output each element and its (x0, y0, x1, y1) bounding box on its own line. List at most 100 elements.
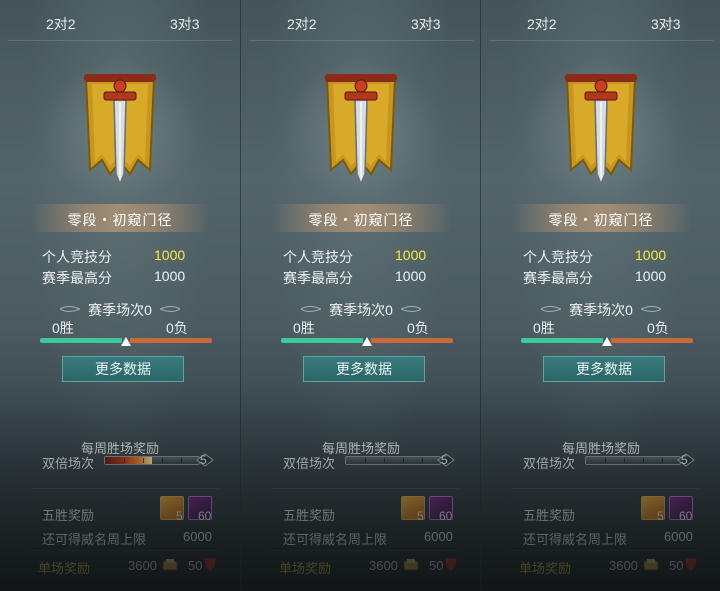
tab-2v2[interactable]: 2对2 (287, 14, 317, 34)
rank-title: 零段・初窥门径 (548, 212, 654, 228)
arena-panel-1: 2对2 3对3 零段・初窥门径 个人竞技分 1000 赛季最高分 1000 赛季… (0, 0, 240, 591)
arena-panel-3: 2对2 3对3 零段・初窥门径 个人竞技分 1000 赛季最高分 1000 赛季… (480, 0, 720, 591)
double-progress-fill (105, 457, 152, 464)
win-portion (521, 338, 603, 343)
double-progress-bar (345, 456, 441, 465)
losses-count: 0负 (407, 320, 429, 336)
season-high-value: 1000 (395, 268, 427, 284)
single-coin-value: 3600 (369, 558, 398, 573)
double-matches-label: 双倍场次 (283, 456, 336, 471)
coin-icon (403, 559, 419, 571)
single-match-reward-label: 单场奖励 (38, 561, 91, 576)
personal-score-value: 1000 (395, 247, 427, 263)
five-win-reward-label: 五胜奖励 (42, 508, 95, 523)
weekly-cap-label: 还可得威名周上限 (523, 532, 628, 547)
weekly-cap-value: 6000 (183, 529, 212, 544)
tab-divider (249, 40, 473, 41)
mode-tabs: 2对2 3对3 (241, 0, 480, 42)
weekly-cap-label: 还可得威名周上限 (42, 532, 147, 547)
five-win-reward-label: 五胜奖励 (523, 508, 576, 523)
progress-tick (605, 458, 606, 463)
progress-tick (643, 458, 644, 463)
double-count: 5 (681, 453, 688, 467)
season-matches: 赛季场次0 (569, 302, 633, 318)
red-shield-icon (203, 557, 217, 573)
ratio-marker-icon (362, 337, 372, 346)
ornament-right-icon (641, 306, 661, 312)
ratio-marker-icon (602, 337, 612, 346)
sword-banner-icon (325, 74, 397, 187)
season-high-label: 赛季最高分 (42, 270, 112, 286)
item-a-count: 5 (176, 509, 183, 523)
more-data-button[interactable]: 更多数据 (303, 356, 425, 382)
arena-panels: 2对2 3对3 零段・初窥门径 个人竞技分 1000 赛季最高分 1000 赛季… (0, 0, 720, 591)
single-shield-value: 50 (429, 558, 444, 573)
personal-score-label: 个人竞技分 (523, 249, 593, 265)
personal-score-label: 个人竞技分 (42, 249, 112, 265)
more-data-button[interactable]: 更多数据 (543, 356, 665, 382)
progress-tick (662, 458, 663, 463)
weekly-cap-value: 6000 (424, 529, 453, 544)
arena-panel-2: 2对2 3对3 零段・初窥门径 个人竞技分 1000 赛季最高分 1000 赛季… (240, 0, 480, 591)
personal-score-label: 个人竞技分 (283, 249, 353, 265)
season-matches: 赛季场次0 (88, 302, 152, 318)
season-matches: 赛季场次0 (329, 302, 393, 318)
wins-count: 0胜 (293, 320, 315, 336)
double-matches-label: 双倍场次 (42, 456, 95, 471)
single-shield-value: 50 (669, 558, 684, 573)
divider (271, 488, 460, 489)
item-a-count: 5 (657, 509, 664, 523)
personal-score-value: 1000 (635, 247, 667, 263)
ratio-marker-icon (121, 337, 131, 346)
coin-icon (643, 559, 659, 571)
tab-3v3[interactable]: 3对3 (170, 14, 200, 34)
item-b-count: 60 (439, 509, 453, 523)
loss-portion (130, 338, 212, 343)
ornament-right-icon (160, 306, 180, 312)
mode-tabs: 2对2 3对3 (481, 0, 720, 42)
double-count: 5 (200, 453, 207, 467)
red-shield-icon (684, 557, 698, 573)
tab-3v3[interactable]: 3对3 (381, 4, 470, 38)
divider (30, 488, 220, 489)
personal-score-value: 1000 (154, 247, 186, 263)
more-data-button[interactable]: 更多数据 (62, 356, 184, 382)
progress-tick (124, 458, 125, 463)
season-high-label: 赛季最高分 (283, 270, 353, 286)
divider (30, 550, 220, 551)
single-match-reward-label: 单场奖励 (519, 561, 572, 576)
wins-count: 0胜 (52, 320, 74, 336)
single-coin-value: 3600 (128, 558, 157, 573)
progress-tick (162, 458, 163, 463)
divider (511, 550, 700, 551)
mode-tabs: 2对2 3对3 (0, 0, 240, 42)
losses-count: 0负 (166, 320, 188, 336)
weekly-cap-value: 6000 (664, 529, 693, 544)
loss-portion (371, 338, 453, 343)
single-shield-value: 50 (188, 558, 203, 573)
progress-tick (624, 458, 625, 463)
red-shield-icon (444, 557, 458, 573)
tab-3v3[interactable]: 3对3 (651, 14, 681, 34)
divider (511, 488, 700, 489)
win-portion (281, 338, 363, 343)
tab-divider (8, 40, 232, 41)
double-progress-bar (104, 456, 200, 465)
wins-count: 0胜 (533, 320, 555, 336)
weekly-cap-label: 还可得威名周上限 (283, 532, 388, 547)
five-win-reward-label: 五胜奖励 (283, 508, 336, 523)
coin-icon (162, 559, 178, 571)
season-high-value: 1000 (154, 268, 186, 284)
tab-2v2[interactable]: 2对2 (46, 14, 76, 34)
ornament-right-icon (401, 306, 421, 312)
double-count: 5 (441, 453, 448, 467)
single-coin-value: 3600 (609, 558, 638, 573)
rank-title: 零段・初窥门径 (308, 212, 414, 228)
progress-tick (143, 458, 144, 463)
progress-tick (365, 458, 366, 463)
item-b-count: 60 (679, 509, 693, 523)
losses-count: 0负 (647, 320, 669, 336)
loss-portion (611, 338, 693, 343)
tab-2v2[interactable]: 2对2 (527, 14, 557, 34)
sword-banner-icon (565, 74, 637, 187)
